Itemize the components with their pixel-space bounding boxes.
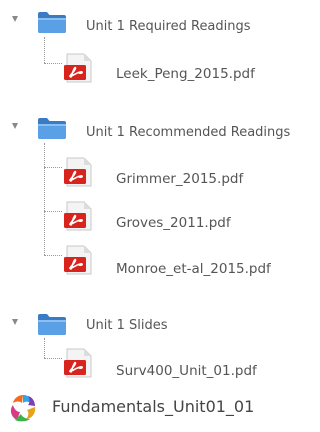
- file-label[interactable]: Surv400_Unit_01.pdf: [116, 362, 257, 380]
- pdf-icon[interactable]: [62, 244, 94, 276]
- tree-connector: [44, 37, 45, 63]
- pdf-icon[interactable]: [62, 156, 94, 188]
- tree-connector: [44, 63, 62, 64]
- folder-icon[interactable]: [37, 312, 67, 336]
- tree-connector: [44, 358, 62, 359]
- tree-connector: [44, 255, 62, 256]
- expand-toggle-icon[interactable]: [12, 123, 18, 129]
- pdf-icon[interactable]: [62, 200, 94, 232]
- folder-label[interactable]: Unit 1 Recommended Readings: [86, 124, 290, 142]
- pdf-icon[interactable]: [62, 347, 94, 379]
- pdf-icon[interactable]: [62, 52, 94, 84]
- tree-connector: [44, 211, 62, 212]
- expand-toggle-icon[interactable]: [12, 16, 18, 22]
- file-label[interactable]: Grimmer_2015.pdf: [116, 170, 243, 188]
- folder-icon[interactable]: [37, 116, 67, 140]
- tree-connector: [44, 338, 45, 358]
- tree-connector: [44, 167, 62, 168]
- expand-toggle-icon[interactable]: [12, 319, 18, 325]
- file-label[interactable]: Leek_Peng_2015.pdf: [116, 65, 255, 83]
- tree-connector: [44, 143, 45, 255]
- file-label[interactable]: Monroe_et-al_2015.pdf: [116, 260, 271, 278]
- package-label[interactable]: Fundamentals_Unit01_01: [52, 398, 254, 416]
- multimedia-package-icon[interactable]: [7, 392, 39, 424]
- folder-label[interactable]: Unit 1 Slides: [86, 317, 168, 335]
- file-label[interactable]: Groves_2011.pdf: [116, 214, 231, 232]
- folder-label[interactable]: Unit 1 Required Readings: [86, 18, 251, 36]
- folder-icon[interactable]: [37, 10, 67, 34]
